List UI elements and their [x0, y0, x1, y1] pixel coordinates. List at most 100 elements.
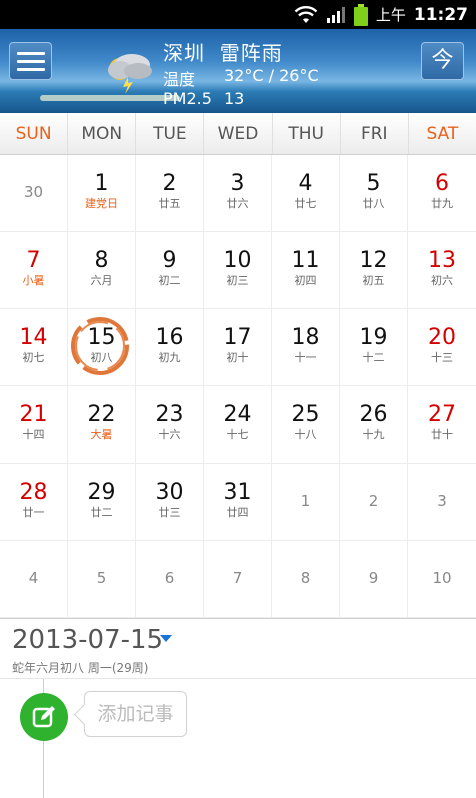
calendar-day[interactable]: 2 廿五	[136, 155, 204, 233]
day-number: 10	[223, 248, 252, 274]
calendar-day-other-month[interactable]: 10	[408, 541, 476, 618]
calendar-day[interactable]: 11 初四	[272, 232, 340, 310]
festival-label: 小暑	[22, 274, 45, 288]
calendar-day-other-month[interactable]: 4	[0, 540, 68, 618]
day-number: 9	[368, 568, 379, 587]
weekday-wed: WED	[204, 113, 273, 154]
pm25-label: PM2.5	[163, 89, 212, 108]
lunar-date: 十一	[294, 351, 317, 365]
calendar-day-today[interactable]: 15 初八	[68, 309, 136, 387]
calendar-day[interactable]: 23 十六	[136, 386, 204, 464]
today-button[interactable]: 今	[421, 42, 464, 80]
calendar-day-other-month[interactable]: 7	[204, 540, 272, 618]
calendar-day[interactable]: 29 廿二	[68, 463, 136, 541]
day-number: 26	[359, 402, 388, 428]
calendar-day-other-month[interactable]: 6	[136, 540, 204, 618]
date-picker-dropdown-icon[interactable]	[160, 635, 172, 642]
calendar-day[interactable]: 16 初九	[136, 309, 204, 387]
day-number: 5	[366, 171, 381, 196]
day-number: 6	[164, 568, 175, 587]
add-note-button[interactable]	[20, 693, 68, 741]
weekday-header: SUN MON TUE WED THU FRI SAT	[0, 113, 476, 155]
calendar-day[interactable]: 18 十一	[272, 309, 340, 387]
menu-button[interactable]	[9, 42, 52, 80]
calendar-day[interactable]: 19 十二	[340, 309, 408, 387]
calendar-day[interactable]: 17 初十	[204, 309, 272, 387]
selected-date[interactable]: 2013-07-15	[12, 625, 163, 655]
calendar-day[interactable]: 9 初二	[136, 232, 204, 310]
day-number: 21	[19, 402, 48, 428]
calendar-day[interactable]: 13 初六	[408, 232, 476, 310]
calendar-day-other-month[interactable]: 2	[340, 463, 408, 541]
lunar-date: 十四	[22, 428, 45, 442]
calendar-day[interactable]: 7 小暑	[0, 232, 68, 310]
calendar-day[interactable]: 4 廿七	[272, 155, 340, 233]
status-icons: 上午 11:27	[294, 0, 468, 29]
lunar-date: 初五	[362, 274, 385, 288]
weekday-sat: SAT	[426, 124, 459, 144]
calendar-day[interactable]: 1 建党日	[68, 155, 136, 233]
add-note-bubble[interactable]: 添加记事	[84, 691, 187, 737]
lunar-date: 六月	[90, 274, 113, 288]
status-bar: 上午 11:27	[0, 0, 476, 29]
day-number: 4	[28, 568, 39, 587]
day-number: 3	[230, 171, 245, 196]
weekday-mon: MON	[68, 113, 137, 154]
day-number: 7	[26, 248, 41, 274]
calendar-day[interactable]: 5 廿八	[340, 155, 408, 233]
calendar-day[interactable]: 14 初七	[0, 309, 68, 387]
calendar-day-other-month[interactable]: 5	[68, 540, 136, 618]
calendar-day-other-month[interactable]: 1	[272, 463, 340, 541]
day-number: 20	[428, 325, 456, 351]
calendar-day[interactable]: 3 廿六	[204, 155, 272, 233]
calendar-day[interactable]: 27 廿十	[408, 386, 476, 464]
day-number: 8	[94, 248, 109, 274]
calendar-day[interactable]: 10 初三	[204, 232, 272, 310]
lunar-date: 廿三	[158, 505, 181, 519]
calendar-day-other-month[interactable]: 30	[0, 155, 68, 233]
calendar-day[interactable]: 20 十三	[408, 309, 476, 387]
lunar-date: 初七	[22, 351, 45, 365]
day-number: 5	[96, 568, 107, 587]
calendar-day[interactable]: 21 十四	[0, 386, 68, 464]
lunar-date: 廿五	[158, 197, 181, 210]
battery-icon	[353, 3, 368, 26]
calendar-day-other-month[interactable]: 9	[340, 540, 408, 618]
day-number: 19	[359, 325, 388, 351]
calendar-grid: 30 1 建党日 2 廿五 3 廿六 4 廿七 5 廿八 6 廿九 7 小暑 8 六月 9 初二 10 初三 11 初四 12…	[0, 155, 476, 618]
temperature-value: 32°C / 26°C	[224, 66, 319, 85]
calendar-day[interactable]: 31 廿四	[204, 463, 272, 541]
day-number: 25	[291, 402, 320, 428]
lunar-date: 十九	[362, 428, 385, 442]
calendar-day[interactable]: 8 六月	[68, 232, 136, 310]
calendar-day[interactable]: 12 初五	[340, 232, 408, 310]
calendar-day[interactable]: 24 十七	[204, 386, 272, 464]
today-ring-icon	[70, 317, 129, 376]
calendar-day[interactable]: 25 十八	[272, 386, 340, 464]
lunar-date: 廿八	[362, 197, 385, 210]
notes-area: 添加记事	[0, 678, 476, 798]
calendar-day-other-month[interactable]: 3	[408, 464, 476, 541]
day-number: 18	[291, 325, 320, 351]
calendar-day-other-month[interactable]: 8	[272, 540, 340, 618]
calendar-day[interactable]: 22 大暑	[68, 386, 136, 464]
calendar-day[interactable]: 6 廿九	[408, 155, 476, 233]
lunar-date-detail: 蛇年六月初八 周一(29周)	[12, 661, 149, 675]
day-number: 23	[155, 402, 184, 428]
temperature-label: 温度	[163, 70, 196, 89]
lunar-date: 十三	[431, 351, 453, 365]
day-number: 27	[428, 402, 456, 428]
weekday-thu: THU	[273, 113, 341, 154]
calendar-day[interactable]: 26 十九	[340, 386, 408, 464]
weekday-fri: FRI	[341, 113, 409, 154]
lunar-date: 十六	[158, 428, 181, 442]
lunar-date: 廿七	[294, 197, 317, 210]
lunar-date: 廿六	[226, 197, 249, 210]
day-number: 6	[435, 171, 449, 196]
day-number: 24	[223, 402, 252, 428]
calendar-day[interactable]: 30 廿三	[136, 463, 204, 541]
calendar-day[interactable]: 28 廿一	[0, 463, 68, 541]
day-number: 30	[23, 183, 44, 201]
lunar-date: 廿十	[431, 428, 453, 442]
lunar-date: 初二	[158, 274, 181, 288]
